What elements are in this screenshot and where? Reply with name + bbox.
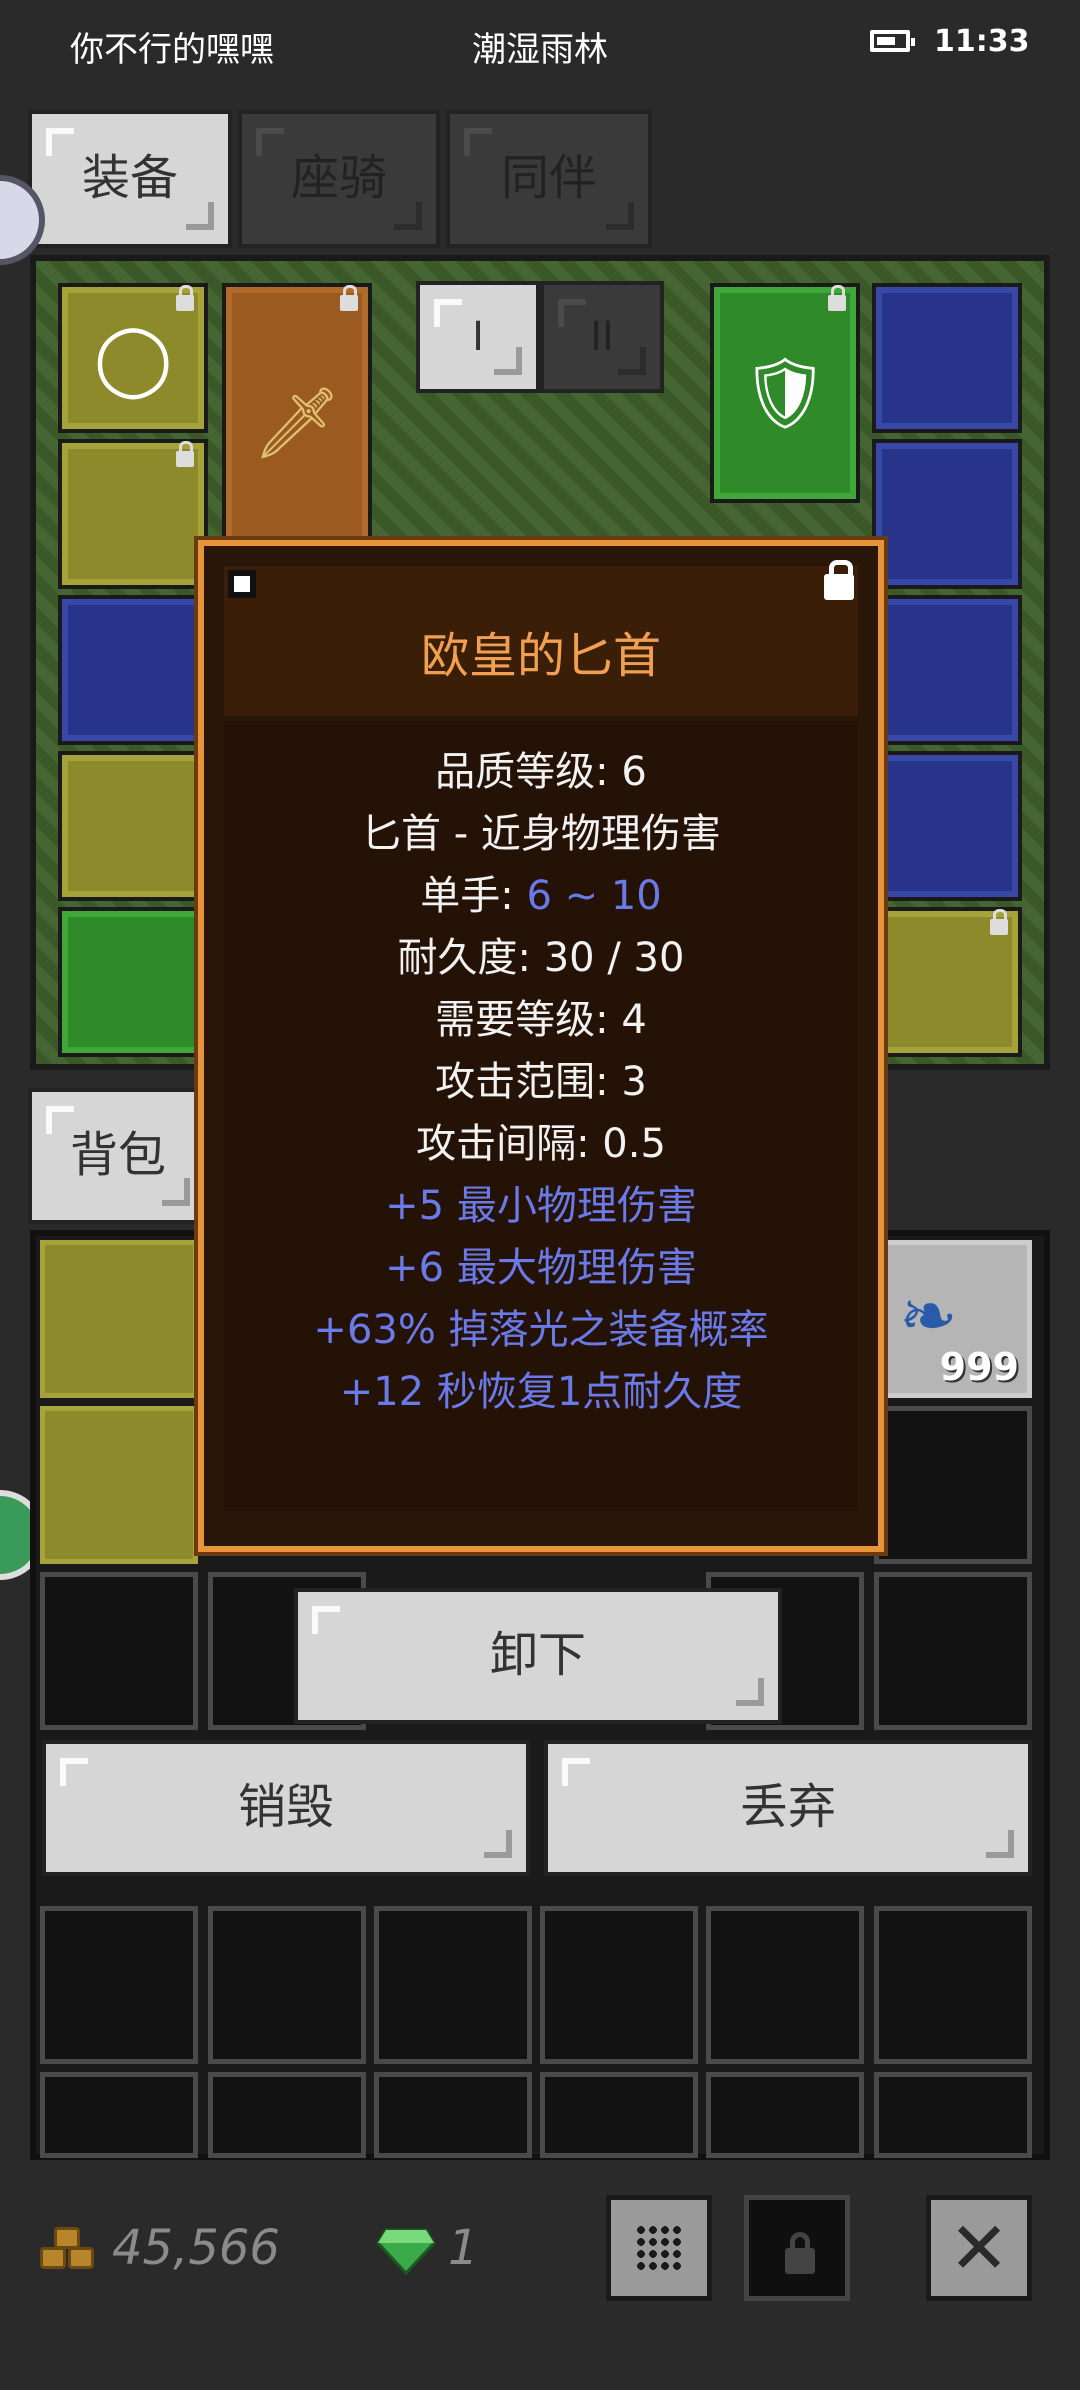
shield-icon: 🛡 — [740, 351, 830, 434]
dagger-icon: 🗡 — [252, 381, 342, 464]
bag-slot-shield[interactable] — [40, 1240, 198, 1398]
gold-coins-icon — [40, 2225, 100, 2275]
bag-slot-empty[interactable] — [540, 1906, 698, 2064]
tab-companion[interactable]: 同伴 — [446, 110, 652, 248]
item-attack-interval: 攻击间隔: 0.5 — [416, 1121, 666, 1167]
slot-amulet[interactable] — [872, 283, 1022, 433]
slot-gloves[interactable] — [58, 595, 208, 745]
slot-boots[interactable] — [58, 751, 208, 901]
bag-slot-empty[interactable] — [706, 1906, 864, 2064]
item-affix: +63% 掉落光之装备概率 — [313, 1307, 769, 1353]
lock-toggle-button[interactable] — [744, 2195, 850, 2301]
bag-slot-empty[interactable] — [374, 2072, 532, 2158]
damage-value: 6 ~ 10 — [526, 873, 662, 919]
tab-equipment[interactable]: 装备 — [28, 110, 232, 248]
slot-ring-2[interactable] — [872, 595, 1022, 745]
lock-icon — [990, 909, 1008, 935]
battery-icon — [870, 30, 915, 52]
slot-necklace[interactable]: ◯ — [58, 283, 208, 433]
bag-slot-empty[interactable] — [874, 1572, 1032, 1730]
item-affix: +6 最大物理伤害 — [385, 1245, 697, 1291]
bag-slot-empty[interactable] — [208, 2072, 366, 2158]
location-name: 潮湿雨林 — [472, 30, 608, 70]
gold-amount: 45,566 — [112, 2220, 280, 2276]
grid-icon — [635, 2224, 683, 2272]
item-stats: 品质等级: 6 匕首 - 近身物理伤害 单手: 6 ~ 10 耐久度: 30 /… — [204, 741, 878, 1423]
item-name: 欧皇的匕首 — [420, 628, 661, 684]
status-bar: 你不行的嘿嘿 潮湿雨林 11:33 — [0, 0, 1080, 90]
bag-slot-empty[interactable] — [40, 1906, 198, 2064]
bag-slot-empty[interactable] — [208, 1906, 366, 2064]
slot-weapon[interactable]: 🗡 — [222, 283, 372, 563]
lock-icon — [176, 441, 194, 467]
necklace-icon: ◯ — [93, 317, 173, 399]
bag-slot-empty[interactable] — [874, 2072, 1032, 2158]
lock-icon — [785, 2248, 815, 2274]
item-tooltip: 欧皇的匕首 品质等级: 6 匕首 - 近身物理伤害 单手: 6 ~ 10 耐久度… — [198, 540, 884, 1552]
bag-slot-empty[interactable] — [374, 1906, 532, 2064]
equip-set-1-button[interactable]: I — [416, 281, 540, 393]
item-affix: +5 最小物理伤害 — [385, 1183, 697, 1229]
slot-ring-1[interactable] — [872, 439, 1022, 589]
item-stack-count: 999 — [939, 1345, 1019, 1389]
slot-belt[interactable] — [58, 907, 208, 1057]
item-affix: +12 秒恢复1点耐久度 — [339, 1369, 743, 1415]
item-damage: 单手: 6 ~ 10 — [204, 865, 878, 927]
damage-label: 单手: — [420, 873, 527, 919]
bag-slot-empty[interactable] — [874, 1906, 1032, 2064]
unequip-button[interactable]: 卸下 — [294, 1588, 782, 1724]
bag-slot-empty[interactable] — [40, 2072, 198, 2158]
clock: 11:33 — [934, 24, 1030, 59]
tab-backpack[interactable]: 背包 — [28, 1088, 208, 1224]
bag-slot-empty[interactable] — [706, 2072, 864, 2158]
sort-grid-button[interactable] — [606, 2195, 712, 2301]
destroy-button[interactable]: 销毁 — [42, 1740, 530, 1876]
close-button[interactable]: ✕ — [926, 2195, 1032, 2301]
gem-amount: 1 — [448, 2220, 479, 2276]
bag-slot-crossbow[interactable] — [40, 1406, 198, 1564]
bag-slot-empty[interactable] — [40, 1572, 198, 1730]
slot-armor[interactable] — [58, 439, 208, 589]
pin-icon[interactable] — [228, 570, 256, 598]
slot-helmet[interactable] — [872, 751, 1022, 901]
discard-button[interactable]: 丢弃 — [544, 1740, 1032, 1876]
equip-set-2-button[interactable]: II — [540, 281, 664, 393]
slot-pet[interactable] — [872, 907, 1022, 1057]
item-type: 匕首 - 近身物理伤害 — [361, 811, 721, 857]
lock-icon[interactable] — [824, 560, 854, 600]
tab-mount[interactable]: 座骑 — [238, 110, 440, 248]
bag-slot-empty[interactable] — [540, 2072, 698, 2158]
item-durability: 耐久度: 30 / 30 — [397, 935, 685, 981]
item-attack-range: 攻击范围: 3 — [435, 1059, 647, 1105]
slot-shield[interactable]: 🛡 — [710, 283, 860, 503]
green-gem-icon — [376, 2225, 436, 2276]
bag-slot-empty[interactable] — [874, 1406, 1032, 1564]
bag-slot-feather[interactable]: ❧ 999 — [874, 1240, 1032, 1398]
close-icon: ✕ — [948, 2206, 1010, 2290]
item-required-level: 需要等级: 4 — [435, 997, 647, 1043]
item-quality: 品质等级: 6 — [435, 749, 647, 795]
